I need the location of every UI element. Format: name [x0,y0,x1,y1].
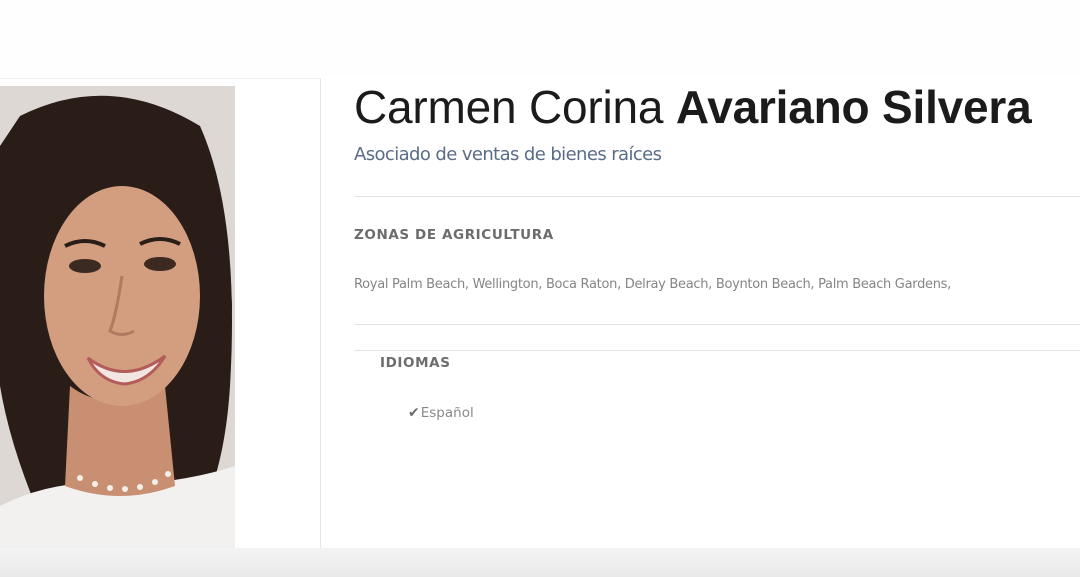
language-item: ✔Español [408,405,474,421]
zones-list: Royal Palm Beach, Wellington, Boca Raton… [354,277,951,292]
top-bar [0,0,1080,76]
divider [354,196,1080,197]
languages-title: IDIOMAS [380,355,451,371]
agent-name: Carmen Corina Avariano Silvera [354,80,1032,134]
agent-profile-page: Carmen Corina Avariano Silvera Asociado … [0,0,1080,577]
bottom-bar [0,548,1080,577]
agent-role: Asociado de ventas de bienes raíces [354,144,662,165]
divider [354,350,1080,351]
agent-photo [0,86,235,556]
zones-title: ZONAS DE AGRICULTURA [354,227,554,243]
divider [354,324,1080,325]
agent-last-names: Avariano Silvera [675,81,1032,133]
language-label: Español [420,405,474,421]
check-icon: ✔ [408,405,420,421]
agent-first-names: Carmen Corina [354,81,664,133]
